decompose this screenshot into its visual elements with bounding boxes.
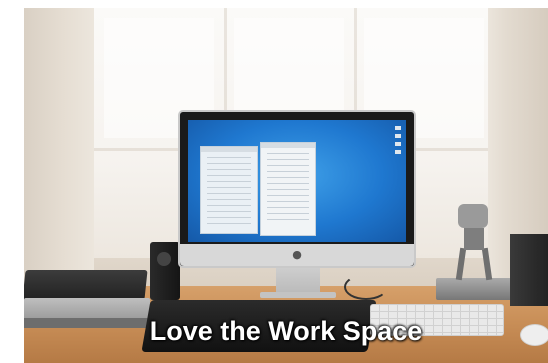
app-window [200,146,258,234]
imac-monitor: ● [178,110,416,268]
robot-head [458,204,488,228]
robot-stand [436,278,520,300]
desktop-icons [395,126,401,156]
window-content [267,153,309,223]
workspace-photo: ● Love the Work Space [24,8,548,363]
monitor-chin: ● [180,244,414,266]
right-speaker [510,234,548,306]
apple-logo-icon: ● [292,248,302,261]
window-content [207,157,251,227]
robot-body [464,228,484,250]
scanner-top [24,270,148,300]
speaker [150,242,180,300]
app-window [260,142,316,236]
monitor-stand-base [260,292,336,298]
monitor-screen [188,120,406,242]
curtain-left [24,8,94,288]
photo-caption: Love the Work Space [149,316,423,346]
cable [344,274,388,300]
